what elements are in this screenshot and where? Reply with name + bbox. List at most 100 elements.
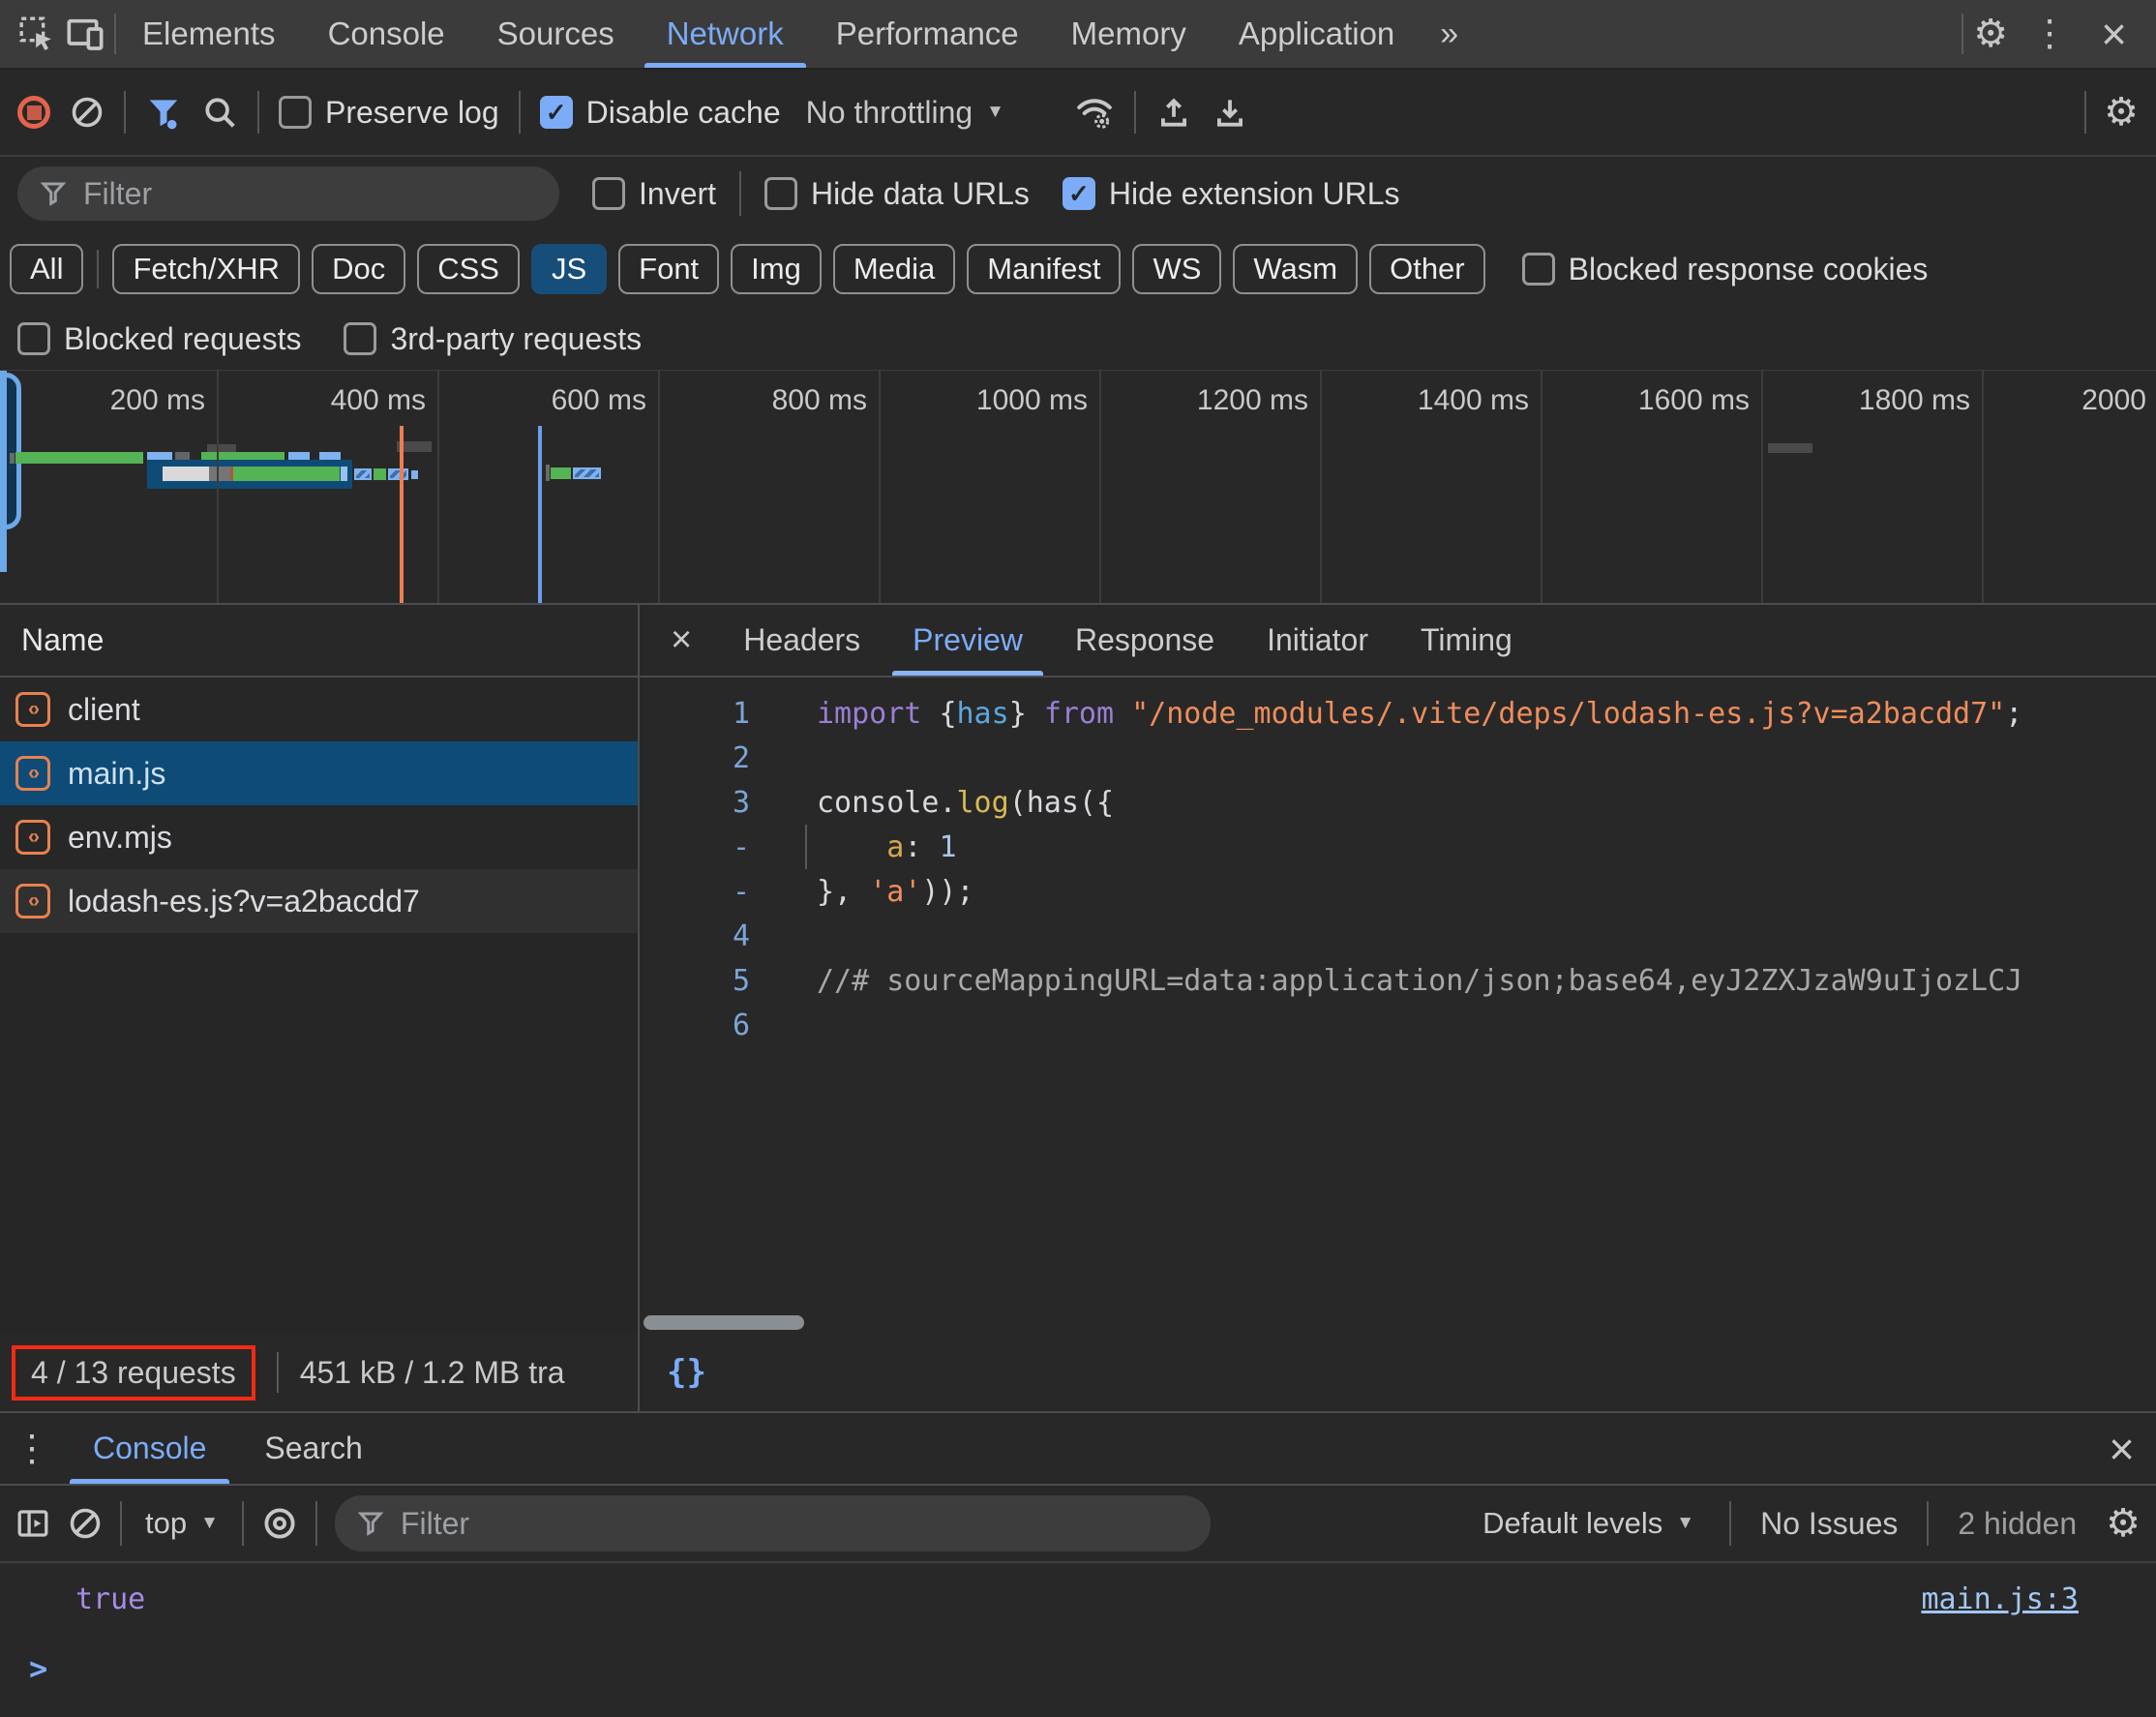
- blocked-response-cookies-checkbox[interactable]: Blocked response cookies: [1522, 252, 1929, 287]
- hide-data-urls-checkbox[interactable]: Hide data URLs: [764, 176, 1030, 212]
- search-icon[interactable]: [201, 94, 238, 131]
- filter-chip-img[interactable]: Img: [731, 244, 822, 294]
- close-details-icon[interactable]: ×: [645, 605, 717, 676]
- tab-sources[interactable]: Sources: [471, 0, 641, 68]
- checkbox-unchecked: [764, 177, 797, 210]
- status-summary: 4 / 13 requests 451 kB / 1.2 MB tra: [0, 1334, 640, 1411]
- network-settings-gear-icon[interactable]: ⚙: [2104, 93, 2139, 132]
- console-filter-input[interactable]: Filter: [335, 1495, 1211, 1551]
- filter-chip-manifest[interactable]: Manifest: [967, 244, 1121, 294]
- code-token: :: [904, 830, 939, 864]
- hidden-messages-count[interactable]: 2 hidden: [1958, 1506, 2077, 1542]
- code-token: from: [1044, 697, 1131, 731]
- execution-context-dropdown[interactable]: top ▼: [139, 1506, 225, 1541]
- filter-funnel-icon[interactable]: [145, 94, 182, 131]
- filter-chip-css[interactable]: CSS: [417, 244, 520, 294]
- settings-gear-icon[interactable]: ⚙: [1973, 15, 2008, 53]
- device-toolbar-icon[interactable]: [64, 15, 106, 53]
- line-number: 1: [640, 697, 750, 731]
- tab-performance[interactable]: Performance: [810, 0, 1045, 68]
- record-network-log-button[interactable]: [17, 96, 50, 129]
- invert-checkbox[interactable]: Invert: [592, 176, 716, 212]
- filter-chip-fetch-xhr[interactable]: Fetch/XHR: [112, 244, 300, 294]
- issues-count[interactable]: No Issues: [1760, 1506, 1898, 1542]
- details-tab-timing[interactable]: Timing: [1394, 605, 1539, 676]
- clear-network-log-icon[interactable]: [70, 95, 105, 130]
- throttling-dropdown[interactable]: No throttling ▼: [806, 95, 1004, 131]
- tab-application[interactable]: Application: [1213, 0, 1421, 68]
- disable-cache-checkbox[interactable]: ✓ Disable cache: [540, 95, 781, 131]
- filter-chip-js[interactable]: JS: [531, 244, 607, 294]
- network-overview-timeline[interactable]: 200 ms400 ms600 ms800 ms1000 ms1200 ms14…: [0, 370, 2156, 605]
- filter-chip-media[interactable]: Media: [833, 244, 955, 294]
- more-options-kebab-icon[interactable]: ⋮: [2018, 15, 2081, 52]
- tab-elements[interactable]: Elements: [116, 0, 302, 68]
- waterfall-stalled-segment: [209, 467, 230, 481]
- request-row-main-js[interactable]: ‹›main.js: [0, 741, 638, 805]
- code-token: ;: [2005, 697, 2022, 731]
- drawer-tab-search[interactable]: Search: [235, 1413, 391, 1484]
- details-tab-response[interactable]: Response: [1049, 605, 1241, 676]
- details-tab-headers[interactable]: Headers: [717, 605, 886, 676]
- filter-chip-doc[interactable]: Doc: [312, 244, 405, 294]
- checkbox-checked: ✓: [540, 96, 573, 129]
- live-expression-eye-icon[interactable]: [261, 1505, 298, 1542]
- levels-value: Default levels: [1482, 1506, 1662, 1541]
- waterfall-green-bar: [15, 452, 143, 464]
- network-split-view: Name ‹›client‹›main.js‹›env.mjs‹›lodash-…: [0, 605, 2156, 1334]
- code-token: a: [886, 830, 904, 864]
- close-devtools-icon[interactable]: ×: [2091, 12, 2137, 56]
- request-filter-checks-row: Blocked requests 3rd-party requests: [0, 308, 2156, 370]
- network-conditions-icon[interactable]: [1074, 93, 1115, 132]
- code-token: has: [957, 697, 1009, 731]
- tab-memory[interactable]: Memory: [1045, 0, 1213, 68]
- clear-console-icon[interactable]: [68, 1506, 103, 1541]
- filter-chip-font[interactable]: Font: [618, 244, 719, 294]
- preview-code-view[interactable]: 1import {has} from "/node_modules/.vite/…: [640, 678, 2156, 1312]
- code-line: 4: [640, 914, 2156, 958]
- pretty-print-icon[interactable]: {}: [667, 1353, 706, 1392]
- js-file-icon: ‹›: [15, 820, 50, 855]
- request-row-client[interactable]: ‹›client: [0, 678, 638, 741]
- import-har-icon[interactable]: [1155, 94, 1192, 131]
- divider: [1134, 91, 1136, 134]
- timeline-gridline: [437, 371, 439, 603]
- preserve-log-checkbox[interactable]: Preserve log: [279, 95, 499, 131]
- scrollbar-thumb[interactable]: [644, 1315, 804, 1330]
- export-har-icon[interactable]: [1212, 94, 1248, 131]
- drawer-tab-console[interactable]: Console: [64, 1413, 235, 1484]
- request-row-env-mjs[interactable]: ‹›env.mjs: [0, 805, 638, 869]
- name-column-header[interactable]: Name: [0, 605, 638, 678]
- network-filter-input[interactable]: Filter: [17, 166, 559, 221]
- main-tab-bar: ElementsConsoleSourcesNetworkPerformance…: [0, 0, 2156, 70]
- timeline-gridline: [217, 371, 219, 603]
- filter-chip-all[interactable]: All: [10, 244, 83, 294]
- third-party-requests-checkbox[interactable]: 3rd-party requests: [344, 321, 642, 357]
- tab-console[interactable]: Console: [302, 0, 471, 68]
- console-sidebar-toggle-icon[interactable]: [15, 1506, 50, 1541]
- request-row-lodash-es-js-v-a2bacdd7[interactable]: ‹›lodash-es.js?v=a2bacdd7: [0, 869, 638, 933]
- timeline-tick-label: 400 ms: [331, 384, 426, 417]
- console-prompt[interactable]: >: [0, 1635, 2156, 1687]
- more-tabs-button[interactable]: »: [1421, 0, 1478, 68]
- filter-chip-other[interactable]: Other: [1369, 244, 1485, 294]
- chips-divider: [97, 250, 99, 288]
- details-tab-initiator[interactable]: Initiator: [1241, 605, 1394, 676]
- blocked-requests-checkbox[interactable]: Blocked requests: [17, 321, 301, 357]
- close-drawer-icon[interactable]: ×: [2087, 1413, 2156, 1484]
- details-tab-preview[interactable]: Preview: [886, 605, 1049, 676]
- filter-chip-wasm[interactable]: Wasm: [1233, 244, 1358, 294]
- log-levels-dropdown[interactable]: Default levels ▼: [1477, 1506, 1700, 1541]
- filter-chip-ws[interactable]: WS: [1132, 244, 1221, 294]
- filter-placeholder: Filter: [83, 176, 152, 212]
- drawer-kebab-icon[interactable]: ⋮: [0, 1431, 64, 1467]
- tab-network[interactable]: Network: [641, 0, 810, 68]
- console-message-row[interactable]: true main.js:3: [0, 1563, 2156, 1635]
- inspect-element-icon[interactable]: [17, 15, 56, 53]
- hide-extension-urls-checkbox[interactable]: ✓ Hide extension URLs: [1063, 176, 1400, 212]
- divider: [1961, 14, 1963, 54]
- chevron-down-icon: ▼: [200, 1513, 219, 1534]
- source-location-link[interactable]: main.js:3: [1921, 1582, 2079, 1616]
- horizontal-scrollbar: [640, 1312, 2156, 1334]
- console-settings-gear-icon[interactable]: ⚙: [2106, 1504, 2141, 1543]
